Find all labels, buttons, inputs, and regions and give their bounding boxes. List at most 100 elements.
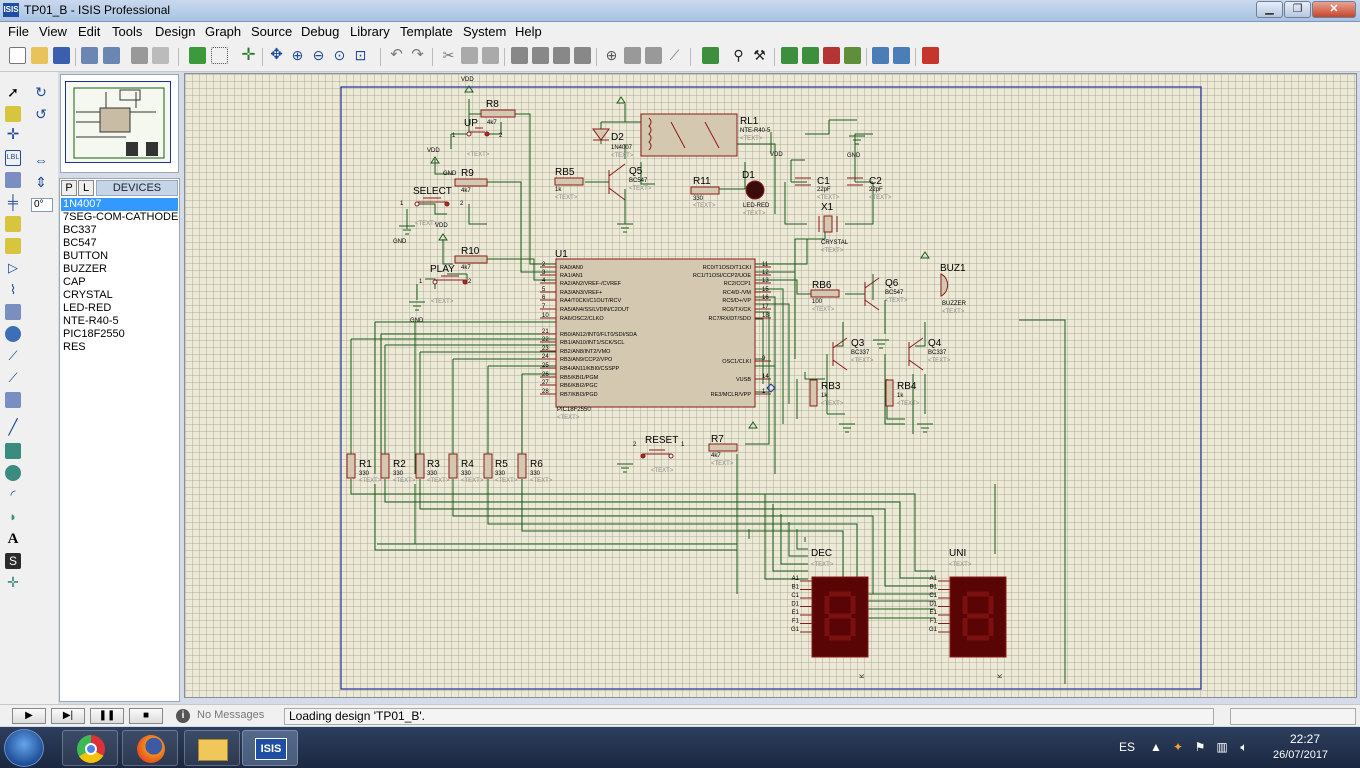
device-item[interactable]: BC547 <box>61 237 178 250</box>
copy-icon[interactable] <box>461 47 478 64</box>
import-icon[interactable] <box>81 47 98 64</box>
stop-button[interactable]: ■ <box>129 708 163 724</box>
device-item[interactable]: 7SEG-COM-CATHODE <box>61 211 178 224</box>
maximize-button[interactable]: ❐ <box>1284 1 1311 18</box>
zoom-out-icon[interactable]: ⊖ <box>310 47 327 64</box>
electrical-rule-check-icon[interactable] <box>893 47 910 64</box>
property-tool-icon[interactable]: ⚒ <box>751 47 768 64</box>
print-area-icon[interactable] <box>152 47 169 64</box>
marker-tool-icon[interactable]: ✛ <box>5 574 21 590</box>
device-item[interactable]: CRYSTAL <box>61 289 178 302</box>
line-tool-icon[interactable]: ╱ <box>5 420 21 436</box>
menu-tools[interactable]: Tools <box>112 24 142 39</box>
overview-window[interactable] <box>60 74 179 173</box>
menu-edit[interactable]: Edit <box>78 24 100 39</box>
open-folder-icon[interactable] <box>31 47 48 64</box>
pause-button[interactable]: ❚❚ <box>90 708 124 724</box>
zoom-all-icon[interactable]: ⊙ <box>331 47 348 64</box>
device-item[interactable]: NTE-R40-5 <box>61 315 178 328</box>
subcircuit-icon[interactable] <box>5 216 21 232</box>
step-button[interactable]: ▶| <box>51 708 85 724</box>
menu-help[interactable]: Help <box>515 24 542 39</box>
block-delete-icon[interactable] <box>574 47 591 64</box>
chrome-taskbar-button[interactable] <box>62 730 118 766</box>
tape-recorder-icon[interactable] <box>5 304 21 320</box>
make-device-icon[interactable] <box>624 47 641 64</box>
new-file-icon[interactable] <box>9 47 26 64</box>
box-tool-icon[interactable] <box>5 443 21 459</box>
bill-of-materials-icon[interactable] <box>872 47 889 64</box>
goto-sheet-icon[interactable] <box>844 47 861 64</box>
zoom-in-icon[interactable]: ⊕ <box>289 47 306 64</box>
device-item[interactable]: BUZZER <box>61 263 178 276</box>
volume-icon[interactable]: 🔈︎ <box>1237 740 1251 754</box>
menu-system[interactable]: System <box>463 24 506 39</box>
wire-label-icon[interactable]: LBL <box>5 150 21 166</box>
block-move-icon[interactable] <box>532 47 549 64</box>
library-manager-tab[interactable]: L <box>78 180 94 196</box>
device-item[interactable]: 1N4007 <box>61 198 178 211</box>
export-icon[interactable] <box>103 47 120 64</box>
print-icon[interactable] <box>131 47 148 64</box>
menu-source[interactable]: Source <box>251 24 292 39</box>
device-item[interactable]: CAP <box>61 276 178 289</box>
info-icon[interactable]: i <box>176 709 190 723</box>
ares-netlist-icon[interactable] <box>922 47 939 64</box>
menu-view[interactable]: View <box>39 24 67 39</box>
virtual-instrument-icon[interactable] <box>5 392 21 408</box>
pick-device-icon[interactable]: ⊕ <box>603 47 620 64</box>
rotate-anticlockwise-icon[interactable]: ↺ <box>33 106 49 122</box>
paste-icon[interactable] <box>482 47 499 64</box>
mirror-vertical-icon[interactable]: ⇕ <box>33 174 49 190</box>
device-item[interactable]: BUTTON <box>61 250 178 263</box>
origin-icon[interactable]: ✛ <box>240 46 257 64</box>
text-tool-icon[interactable]: A <box>5 531 21 547</box>
block-rotate-icon[interactable] <box>553 47 570 64</box>
play-button[interactable]: ▶ <box>12 708 46 724</box>
new-sheet-icon[interactable] <box>781 47 798 64</box>
minimize-button[interactable]: ▁ <box>1256 1 1283 18</box>
device-item[interactable]: RES <box>61 341 178 354</box>
wire-autorouter-icon[interactable] <box>702 47 719 64</box>
windows-start-button[interactable] <box>4 729 44 767</box>
device-item[interactable]: LED-RED <box>61 302 178 315</box>
messages-count[interactable]: No Messages <box>197 709 264 721</box>
menu-template[interactable]: Template <box>400 24 453 39</box>
device-item[interactable]: BC337 <box>61 224 178 237</box>
redo-icon[interactable]: ↷ <box>409 47 426 64</box>
pan-icon[interactable]: ✥ <box>268 47 285 64</box>
device-item[interactable]: PIC18F2550 <box>61 328 178 341</box>
current-probe-icon[interactable]: ⟋ <box>5 370 21 386</box>
graph-mode-icon[interactable]: ⌇ <box>5 282 21 298</box>
save-icon[interactable] <box>53 47 70 64</box>
path-tool-icon[interactable]: ◗ <box>5 509 21 525</box>
action-center-icon[interactable]: ⚑ <box>1193 740 1207 754</box>
rotation-angle-field[interactable]: 0° <box>31 198 53 212</box>
terminal-icon[interactable] <box>5 238 21 254</box>
isis-taskbar-button[interactable]: ISIS <box>242 730 298 766</box>
close-button[interactable]: ✕ <box>1312 1 1356 18</box>
menu-design[interactable]: Design <box>155 24 195 39</box>
voltage-probe-icon[interactable]: ⟋ <box>5 348 21 364</box>
search-tag-icon[interactable]: ⚲ <box>730 47 747 64</box>
text-script-icon[interactable] <box>5 172 21 188</box>
add-sheet-icon[interactable] <box>802 47 819 64</box>
menu-debug[interactable]: Debug <box>301 24 339 39</box>
clock-time[interactable]: 22:27 <box>1275 732 1335 746</box>
rotate-clockwise-icon[interactable]: ↻ <box>33 84 49 100</box>
remove-sheet-icon[interactable] <box>823 47 840 64</box>
symbol-tool-icon[interactable]: S <box>5 553 21 569</box>
clock-date[interactable]: 26/07/2017 <box>1273 749 1328 761</box>
firefox-taskbar-button[interactable] <box>122 730 178 766</box>
mirror-horizontal-icon[interactable]: ⇔ <box>33 152 49 168</box>
bus-icon[interactable]: ╪ <box>5 194 21 210</box>
circle-tool-icon[interactable] <box>5 465 21 481</box>
packaging-icon[interactable] <box>645 47 662 64</box>
menu-graph[interactable]: Graph <box>205 24 241 39</box>
app-tray-icon[interactable]: ✦ <box>1171 740 1185 754</box>
network-icon[interactable]: ▥ <box>1215 740 1229 754</box>
block-copy-icon[interactable] <box>511 47 528 64</box>
language-indicator[interactable]: ES <box>1119 740 1135 754</box>
junction-dot-icon[interactable]: ✛ <box>5 127 21 143</box>
component-mode-icon[interactable] <box>5 106 21 122</box>
